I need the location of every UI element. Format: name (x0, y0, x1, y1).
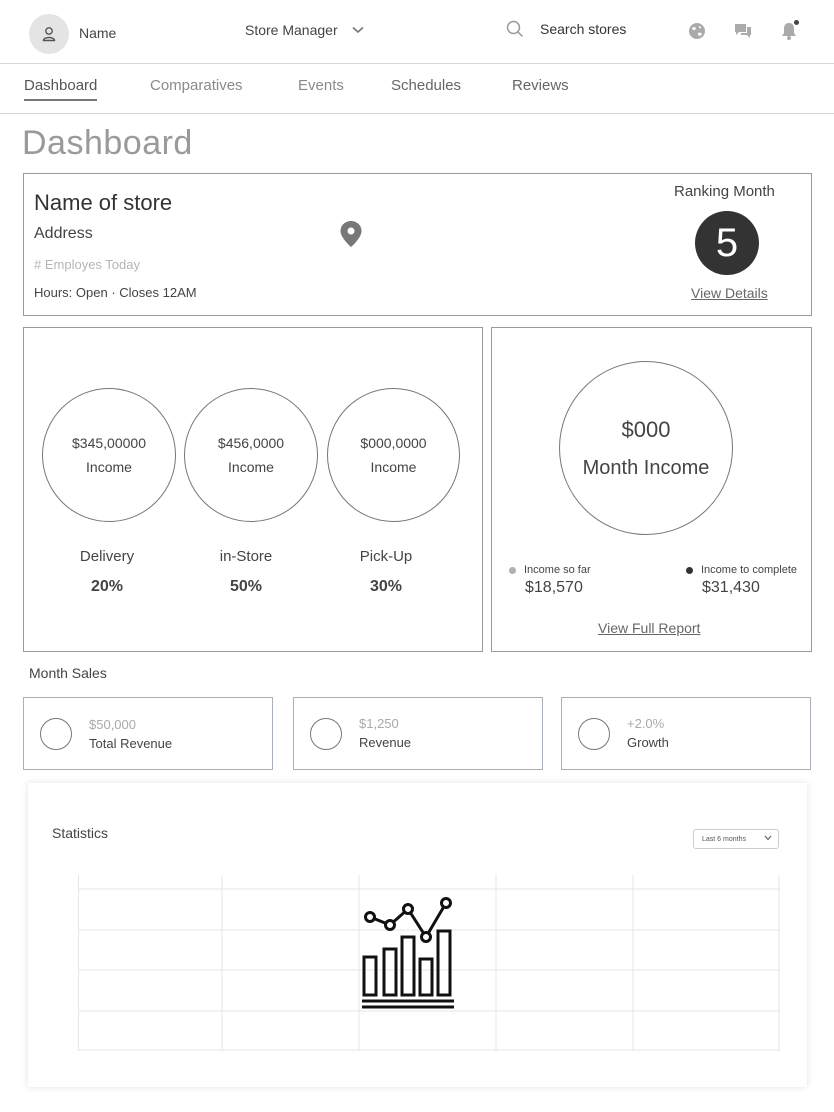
search-icon (506, 20, 524, 38)
statistics-chart-area (78, 875, 780, 1051)
ranking-label: Ranking Month (674, 183, 775, 200)
income-caption: Income (86, 459, 132, 475)
sale-card-growth[interactable]: +2.0% Growth (561, 697, 811, 770)
tab-dashboard[interactable]: Dashboard (24, 77, 98, 101)
search-label: Search stores (540, 21, 627, 37)
location-pin-icon[interactable] (338, 219, 364, 249)
notification-dot (793, 19, 800, 26)
sale-indicator (40, 718, 72, 750)
sale-label: Total Revenue (89, 736, 173, 751)
month-income-circle: $000 Month Income (559, 361, 733, 535)
tab-schedules[interactable]: Schedules (391, 77, 461, 99)
chat-button[interactable] (732, 20, 754, 42)
sale-indicator (578, 718, 610, 750)
income-breakdown-panel: $345,00000 Income Delivery 20% $456,0000… (23, 327, 483, 652)
legend-income-to-complete: Income to complete (686, 564, 797, 576)
sale-value: $1,250 (359, 716, 399, 731)
tab-events[interactable]: Events (298, 77, 344, 99)
sale-value: $50,000 (89, 717, 136, 732)
store-address: Address (34, 225, 93, 242)
pick-up-income-circle: $000,0000 Income (327, 388, 460, 522)
pick-up-label: Pick-Up (359, 548, 413, 565)
chat-icon (735, 24, 751, 38)
income-so-far-value: $18,570 (525, 579, 583, 596)
user-icon (42, 27, 56, 42)
store-card: Name of store Address # Employes Today H… (23, 173, 812, 316)
sale-label: Revenue (359, 735, 412, 750)
ranking-badge: 5 (695, 211, 759, 275)
in-store-percent: 50% (229, 578, 263, 595)
sale-indicator (310, 718, 342, 750)
sale-card-total-revenue[interactable]: $50,000 Total Revenue (23, 697, 273, 770)
month-income-label: Month Income (582, 456, 710, 479)
period-select[interactable]: Last 6 months (693, 829, 779, 849)
globe-icon (689, 23, 705, 39)
delivery-label: Delivery (79, 548, 135, 565)
globe-button[interactable] (686, 20, 708, 42)
legend-income-so-far: Income so far (509, 564, 591, 576)
chevron-down-icon (764, 835, 772, 841)
avatar[interactable] (29, 14, 69, 54)
store-name: Name of store (34, 190, 173, 215)
income-caption: Income (228, 459, 274, 475)
pick-up-percent: 30% (369, 578, 403, 595)
delivery-percent: 20% (90, 578, 124, 595)
income-to-complete-value: $31,430 (702, 579, 760, 596)
sale-card-revenue[interactable]: $1,250 Revenue (293, 697, 543, 770)
role-label: Store Manager (245, 22, 338, 38)
user-name[interactable]: Name (79, 25, 116, 41)
role-select[interactable]: Store Manager (245, 22, 364, 38)
statistics-card: Statistics Last 6 months (28, 783, 807, 1087)
period-label: Last 6 months (702, 835, 746, 843)
income-amount: $456,0000 (217, 435, 285, 451)
tab-reviews[interactable]: Reviews (512, 77, 569, 99)
legend-dot (686, 566, 693, 574)
search-box[interactable]: Search stores (506, 20, 626, 38)
month-sales-heading: Month Sales (29, 665, 107, 681)
employees-today: # Employes Today (34, 257, 140, 272)
view-details-link[interactable]: View Details (691, 285, 768, 301)
store-hours: Hours: Open · Closes 12AM (34, 285, 197, 300)
tab-comparatives[interactable]: Comparatives (150, 77, 243, 99)
notifications-button[interactable] (778, 19, 800, 42)
top-bar: Name Store Manager Search stores (0, 0, 834, 64)
page-title: Dashboard (22, 124, 193, 162)
month-income-panel: $000 Month Income Income so far $18,570 … (491, 327, 812, 652)
statistics-title: Statistics (52, 825, 109, 841)
in-store-income-circle: $456,0000 Income (184, 388, 318, 522)
month-income-amount: $000 (621, 416, 671, 442)
in-store-label: in-Store (219, 548, 273, 565)
chevron-down-icon (352, 26, 364, 34)
chart-icon (362, 897, 454, 1009)
income-amount: $345,00000 (72, 435, 146, 451)
tab-bar: Dashboard Comparatives Events Schedules … (0, 64, 834, 114)
income-amount: $000,0000 (360, 435, 427, 451)
legend-dot (509, 566, 516, 574)
income-caption: Income (370, 459, 417, 475)
view-full-report-link[interactable]: View Full Report (598, 620, 700, 636)
sale-label: Growth (627, 735, 669, 750)
legend-label: Income so far (524, 564, 591, 576)
delivery-income-circle: $345,00000 Income (42, 388, 176, 522)
sale-value: +2.0% (627, 716, 665, 731)
legend-label: Income to complete (701, 564, 797, 576)
